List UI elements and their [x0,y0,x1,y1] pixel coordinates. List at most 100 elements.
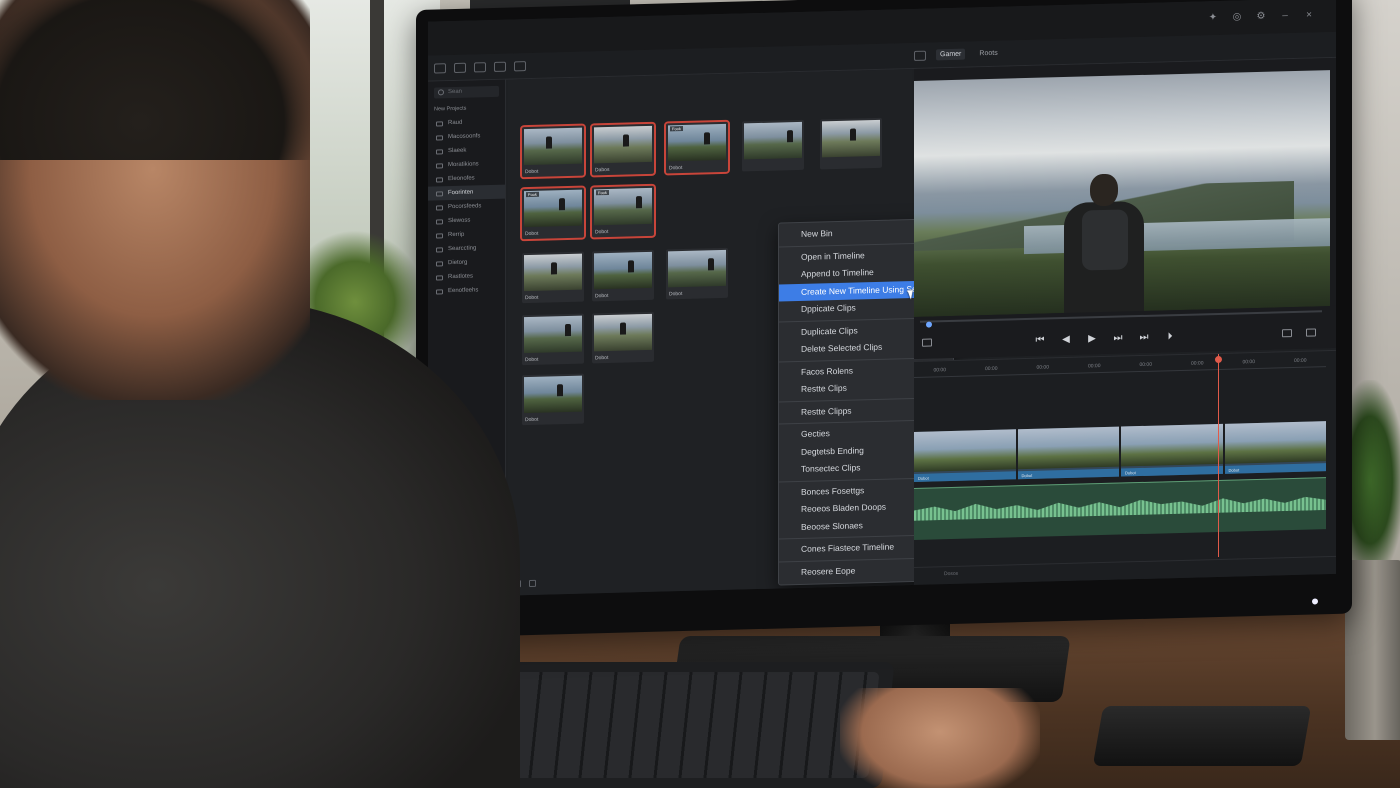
context-menu-item-label: Open in Timeline [801,249,865,262]
context-menu-item-label: Bonces Fosettgs [801,484,865,497]
ruler-timecode: 00:00 [933,366,946,373]
trackpad [1092,706,1312,766]
clip-image [668,249,726,288]
clip-caption: Dobot [669,291,683,298]
hiker-figure [1054,173,1150,326]
ruler-timecode: 00:00 [1139,361,1152,368]
clip-image [594,313,652,352]
clip-tag: Fook [670,126,683,132]
person-hair [0,0,310,160]
minimize-icon[interactable]: – [1278,10,1292,21]
loop-icon[interactable]: ⏵ [1164,331,1176,342]
viewer-frame [914,70,1330,326]
ruler-timecode: 00:00 [984,365,998,372]
hiker-figure [636,196,642,209]
person [0,0,560,788]
clip-grid: Dobot Dabos Fook Dobot Fook Dobot Fook Dobot Dob… [520,117,902,426]
clip-image [594,125,652,164]
safe-area-icon[interactable] [1282,329,1292,338]
clip-image [822,119,880,158]
ruler-timecode: 00:00 [1036,363,1049,371]
timeline-clip[interactable]: Dobot [914,429,1016,482]
workspace-icon[interactable]: ✦ [1206,12,1220,23]
timeline-clip-thumbnail [914,429,1016,472]
clip-thumbnail[interactable]: Dobot [592,311,654,364]
timeline-clip-thumbnail [1224,421,1326,464]
step-forward-icon[interactable]: ⏭ [1112,332,1124,343]
audio-track[interactable] [914,477,1326,540]
hiker-figure [565,323,571,337]
plant-pot [1345,560,1400,740]
context-menu-item-label: Beoose Slonaes [801,519,863,532]
clip-thumbnail[interactable] [820,117,882,170]
timeline-clip-thumbnail [1121,423,1223,467]
ruler-timecode: 00:00 [1087,362,1101,369]
viewer-fit-icon[interactable] [922,338,932,347]
hiker-head [1090,173,1118,207]
clip-caption: Dobot [595,292,609,300]
timeline-clip-thumbnail [1017,426,1119,470]
scrubber-handle[interactable] [926,321,932,328]
context-menu-item-label: Delete Selected Clips [801,341,883,354]
context-menu-item-label: Append to Timeline [801,267,874,279]
context-menu-item-label: Reosere Eope [801,564,856,577]
hiker-figure [628,260,634,273]
video-editor-app: ✦ ◎ ⚙ – × Gamer Roots Sean New Projects … [428,0,1336,598]
backpack [1082,209,1128,271]
context-menu-item-label: Restte Clipps [801,405,852,417]
context-menu-item-label: Duplicate Clips [801,324,858,337]
viewer-tabs: Gamer Roots [914,48,1002,61]
clip-thumbnail[interactable]: Fook Dobot [664,119,730,176]
clip-thumbnail[interactable]: Dobot [666,247,728,300]
timeline-clip-label: Dobot [1228,467,1240,473]
context-menu-item-label: Restte Clips [801,382,847,394]
ruler-timecode: 00:00 [1190,359,1204,367]
context-menu-item-label: Tonsectec Clips [801,462,861,474]
ruler-timecode: 00:00 [1293,357,1307,364]
tab-viewer-2[interactable]: Roots [975,48,1001,60]
power-led [1312,598,1318,605]
timeline-clip[interactable]: Dobot [1121,423,1223,477]
hiker-figure [708,258,714,271]
hiker-figure [623,134,629,147]
ruler-timecode: 00:00 [1242,358,1255,365]
timeline-clip-label: Dobot [918,475,929,481]
clip-image [594,251,652,290]
timeline-clip-label: Dobot [1021,472,1033,479]
playhead[interactable] [1218,353,1219,557]
hiker-figure [704,132,710,145]
clip-thumbnail[interactable]: Fook Dobot [590,183,656,240]
hiker-figure [787,130,793,143]
viewer-panel: ⏮ ◀ ▶ ⏭ ⏭ ⏵ [914,57,1336,359]
step-back-icon[interactable]: ◀ [1060,334,1072,345]
hiker-figure [620,322,626,335]
sync-icon[interactable]: ◎ [1230,11,1244,22]
clip-tag: Fook [596,189,609,196]
clip-thumbnail[interactable] [742,119,804,172]
clip-image [744,121,802,160]
play-icon[interactable]: ▶ [1086,333,1098,344]
timeline-panel: 00:00 00:00 00:00 00:00 00:00 00:00 00:00 00:00… [914,349,1336,585]
timeline-clip-label: Dobot [1125,470,1136,476]
timeline-clip[interactable]: Dobot [1017,426,1119,480]
clip-thumbnail[interactable]: Dabos [590,121,656,178]
context-menu-item-label: Reoeos Bladen Doops [801,501,887,514]
clip-caption: Dabos [595,166,610,174]
context-menu-item-label: Gecties [801,428,830,439]
timeline-footer: Dosos [914,555,1336,585]
skip-start-icon[interactable]: ⏮ [1034,335,1046,346]
video-track: Dobot Dobot Dobot Dobot [914,421,1326,482]
context-menu-item-label: Cones Fiastece Timeline [801,541,895,554]
clip-caption: Dobot [595,228,609,236]
tab-viewer-1[interactable]: Gamer [936,48,966,61]
panel-icon[interactable] [914,50,926,61]
timeline-footer-label: Dosos [944,570,959,578]
skip-end-icon[interactable]: ⏭ [1138,332,1150,343]
timeline-clip[interactable]: Dobot [1224,421,1326,474]
settings-icon[interactable]: ⚙ [1254,11,1268,22]
context-menu-item-label: Degtetsb Ending [801,444,864,457]
clip-thumbnail[interactable]: Dobot [592,249,654,302]
fullscreen-icon[interactable] [1306,328,1316,337]
hand [840,688,1040,788]
close-icon[interactable]: × [1302,10,1316,21]
